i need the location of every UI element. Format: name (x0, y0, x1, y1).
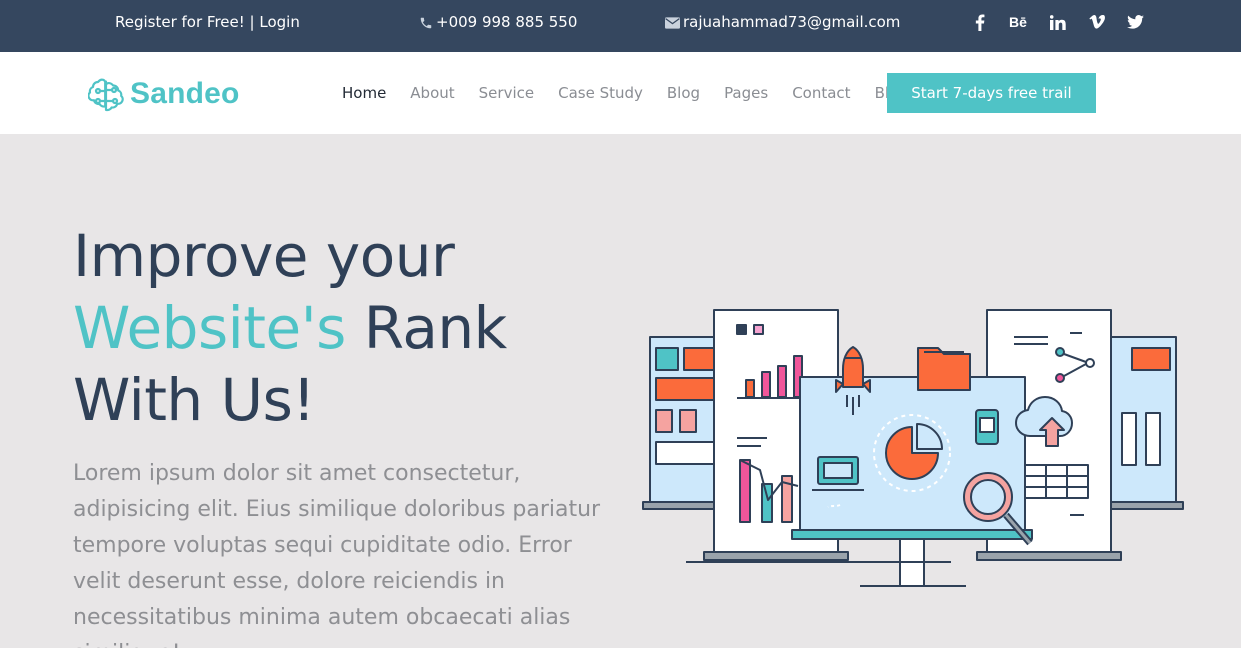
nav-about[interactable]: About (398, 84, 466, 102)
hero-title: Improve your Website's Rank With Us! (73, 220, 507, 436)
facebook-icon[interactable] (960, 13, 999, 31)
main-navbar: Sandeo Home About Service Case Study Blo… (0, 52, 1241, 134)
hero-title-line3: With Us! (73, 366, 316, 434)
free-trial-button[interactable]: Start 7-days free trail (887, 73, 1096, 113)
hero-title-accent: Website's (73, 294, 346, 362)
brand-name: Sandeo (130, 77, 240, 110)
nav-contact[interactable]: Contact (780, 84, 862, 102)
hero-description: Lorem ipsum dolor sit amet consectetur, … (73, 461, 601, 648)
envelope-icon (665, 16, 680, 29)
phone-icon (420, 17, 432, 28)
social-links: Bē (960, 0, 1155, 44)
nav-home[interactable]: Home (330, 84, 398, 102)
nav-blog[interactable]: Blog (655, 84, 712, 102)
phone-number: +009 998 885 550 (436, 13, 578, 31)
hero-title-line1: Improve your (73, 222, 455, 290)
vimeo-icon[interactable] (1077, 15, 1116, 29)
email-address: rajuahammad73@gmail.com (683, 13, 901, 31)
register-link[interactable]: Register for Free! (115, 13, 245, 31)
auth-links: Register for Free! | Login (115, 0, 300, 44)
login-link[interactable]: Login (259, 13, 299, 31)
seo-dashboard-illustration (642, 309, 1184, 587)
phone-contact: +009 998 885 550 (419, 0, 577, 44)
brand-logo[interactable]: Sandeo (88, 76, 240, 112)
svg-text:Bē: Bē (1009, 15, 1027, 29)
twitter-icon[interactable] (1116, 15, 1155, 29)
behance-icon[interactable]: Bē (999, 15, 1038, 29)
brain-logo-icon (88, 78, 124, 112)
top-bar: Register for Free! | Login +009 998 885 … (0, 0, 1241, 52)
main-menu: Home About Service Case Study Blog Pages… (330, 52, 920, 134)
linkedin-icon[interactable] (1038, 14, 1077, 30)
email-contact: rajuahammad73@gmail.com (665, 0, 900, 44)
nav-pages[interactable]: Pages (712, 84, 780, 102)
nav-case-study[interactable]: Case Study (546, 84, 655, 102)
hero-title-line2: Rank (345, 294, 507, 362)
auth-separator: | (249, 13, 255, 31)
nav-service[interactable]: Service (467, 84, 546, 102)
